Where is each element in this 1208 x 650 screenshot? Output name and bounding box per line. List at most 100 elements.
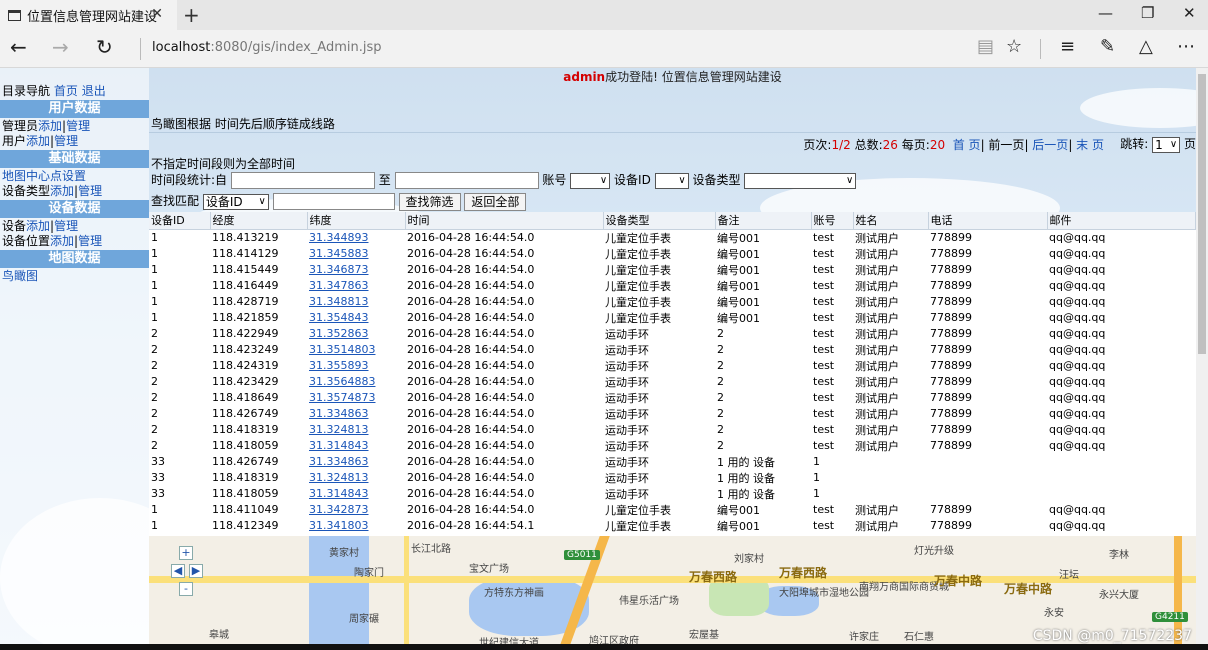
latitude-link[interactable]: 31.3564883 <box>307 374 405 390</box>
sidebar-add-link[interactable]: 鸟瞰图 <box>2 269 38 283</box>
latitude-link[interactable]: 31.324813 <box>307 470 405 486</box>
next-page-link[interactable]: 后一页 <box>1032 138 1068 152</box>
table-cell: 778899 <box>930 503 972 516</box>
latitude-link[interactable]: 31.346873 <box>307 262 405 278</box>
table-row: 2 118.423429 31.3564883 2016-04-28 16:44:54… <box>149 374 1196 390</box>
sidebar-manage-link[interactable]: 管理 <box>78 184 102 198</box>
url-field[interactable]: localhost:8080/gis/index_Admin.jsp <box>152 40 382 55</box>
sidebar-add-link[interactable]: 地图中心点设置 <box>2 169 86 183</box>
share-icon[interactable]: △ <box>1139 36 1153 57</box>
device-id-select[interactable]: ∨ <box>654 172 689 189</box>
sidebar-manage-link[interactable]: 管理 <box>66 119 90 133</box>
sidebar-add-link[interactable]: 添加 <box>50 184 74 198</box>
table-cell: 儿童定位手表 <box>605 247 671 261</box>
search-button[interactable]: 查找筛选 <box>398 192 461 211</box>
more-icon[interactable]: ⋯ <box>1177 36 1195 57</box>
time-to-input[interactable] <box>394 172 539 189</box>
table-cell: 测试用户 <box>855 343 899 357</box>
latitude-link[interactable]: 31.354843 <box>307 310 405 326</box>
table-cell: 2 <box>717 359 724 372</box>
map-label: 万春中路 <box>934 574 983 588</box>
sidebar-manage-link[interactable]: 管理 <box>54 134 78 148</box>
sidebar-section-header: 用户数据 <box>0 100 149 118</box>
page-scrollbar[interactable] <box>1196 68 1208 650</box>
table-cell <box>1047 470 1196 486</box>
map-label: 李林 <box>1109 550 1129 561</box>
favorite-star-icon[interactable]: ☆ <box>1006 36 1022 57</box>
account-select[interactable]: ∨ <box>570 172 611 189</box>
table-cell: 118.416449 <box>212 279 279 292</box>
forward-icon[interactable]: → <box>52 35 69 59</box>
zoom-out-button[interactable]: - <box>179 582 193 596</box>
sidebar-manage-link[interactable]: 管理 <box>78 234 102 248</box>
table-cell: 778899 <box>930 519 972 532</box>
time-from-input[interactable] <box>230 172 375 189</box>
first-page-link[interactable]: 首 页 <box>953 138 981 152</box>
minimize-icon[interactable]: — <box>1098 4 1113 22</box>
table-cell: test <box>813 231 835 244</box>
latitude-link[interactable]: 31.347863 <box>307 278 405 294</box>
page-jump-select[interactable]: 1 ∨ <box>1152 136 1181 153</box>
table-cell: qq@qq.qq <box>1049 327 1106 340</box>
address-bar: ← → ↻ localhost:8080/gis/index_Admin.jsp… <box>0 30 1208 68</box>
latitude-link[interactable]: 31.334863 <box>307 406 405 422</box>
table-cell: 2 <box>717 375 724 388</box>
logout-link[interactable]: 退出 <box>82 84 106 98</box>
new-tab-button[interactable]: + <box>183 3 200 27</box>
table-cell: 编号001 <box>717 311 760 325</box>
table-cell: 测试用户 <box>855 231 899 245</box>
latitude-link[interactable]: 31.3514803 <box>307 342 405 358</box>
latitude-link[interactable]: 31.3574873 <box>307 390 405 406</box>
latitude-link[interactable]: 31.355893 <box>307 358 405 374</box>
latitude-link[interactable]: 31.352863 <box>307 326 405 342</box>
sidebar-section-header: 基础数据 <box>0 150 149 168</box>
table-cell: 测试用户 <box>855 279 899 293</box>
prev-page-link[interactable]: 前一页 <box>988 138 1024 152</box>
home-link[interactable]: 首页 <box>54 84 78 98</box>
web-note-icon[interactable]: ✎ <box>1100 36 1115 57</box>
last-page-link[interactable]: 末 页 <box>1076 138 1104 152</box>
table-cell: 2016-04-28 16:44:54.0 <box>407 487 535 500</box>
table-cell: 778899 <box>930 423 972 436</box>
scrollbar-thumb[interactable] <box>1198 74 1206 354</box>
close-window-icon[interactable]: ✕ <box>1183 4 1196 22</box>
device-type-select[interactable]: ∨ <box>744 172 857 189</box>
reading-view-icon[interactable]: ▤ <box>977 36 994 57</box>
table-cell: 2016-04-28 16:44:54.0 <box>407 343 535 356</box>
table-cell <box>928 486 1047 502</box>
table-cell: test <box>813 439 835 452</box>
table-cell: test <box>813 407 835 420</box>
pan-left-button[interactable]: ◀ <box>171 564 185 578</box>
map-label: 周家碾 <box>349 614 379 625</box>
table-cell: 1 <box>813 455 820 468</box>
pan-right-button[interactable]: ▶ <box>189 564 203 578</box>
latitude-link[interactable]: 31.334863 <box>307 454 405 470</box>
latitude-link[interactable]: 31.314843 <box>307 486 405 502</box>
latitude-link[interactable]: 31.345883 <box>307 246 405 262</box>
tab-close-icon[interactable]: ✕ <box>151 6 163 22</box>
table-cell: 2016-04-28 16:44:54.0 <box>407 311 535 324</box>
latitude-link[interactable]: 31.342873 <box>307 502 405 518</box>
sidebar-add-link[interactable]: 添加 <box>26 219 50 233</box>
latitude-link[interactable]: 31.341803 <box>307 518 405 534</box>
latitude-link[interactable]: 31.314843 <box>307 438 405 454</box>
map-label: 长江北路 <box>411 544 451 555</box>
map-label: 方特东方神画 <box>484 588 544 599</box>
restore-icon[interactable]: ❐ <box>1141 4 1154 22</box>
match-field-select[interactable]: 设备ID ∨ <box>202 193 269 210</box>
sidebar-manage-link[interactable]: 管理 <box>54 219 78 233</box>
table-row: 1 118.415449 31.346873 2016-04-28 16:44:54.… <box>149 262 1196 278</box>
refresh-icon[interactable]: ↻ <box>96 35 113 59</box>
latitude-link[interactable]: 31.348813 <box>307 294 405 310</box>
match-value-input[interactable] <box>272 193 395 210</box>
hub-icon[interactable]: ≡ <box>1060 36 1075 57</box>
zoom-in-button[interactable]: + <box>179 546 193 560</box>
sidebar-add-link[interactable]: 添加 <box>50 234 74 248</box>
sidebar-add-link[interactable]: 添加 <box>26 134 50 148</box>
browser-tab[interactable]: 位置信息管理网站建设 ✕ <box>0 0 177 30</box>
sidebar-add-link[interactable]: 添加 <box>38 119 62 133</box>
latitude-link[interactable]: 31.344893 <box>307 229 405 246</box>
reset-button[interactable]: 返回全部 <box>464 192 527 211</box>
latitude-link[interactable]: 31.324813 <box>307 422 405 438</box>
back-icon[interactable]: ← <box>10 35 27 59</box>
